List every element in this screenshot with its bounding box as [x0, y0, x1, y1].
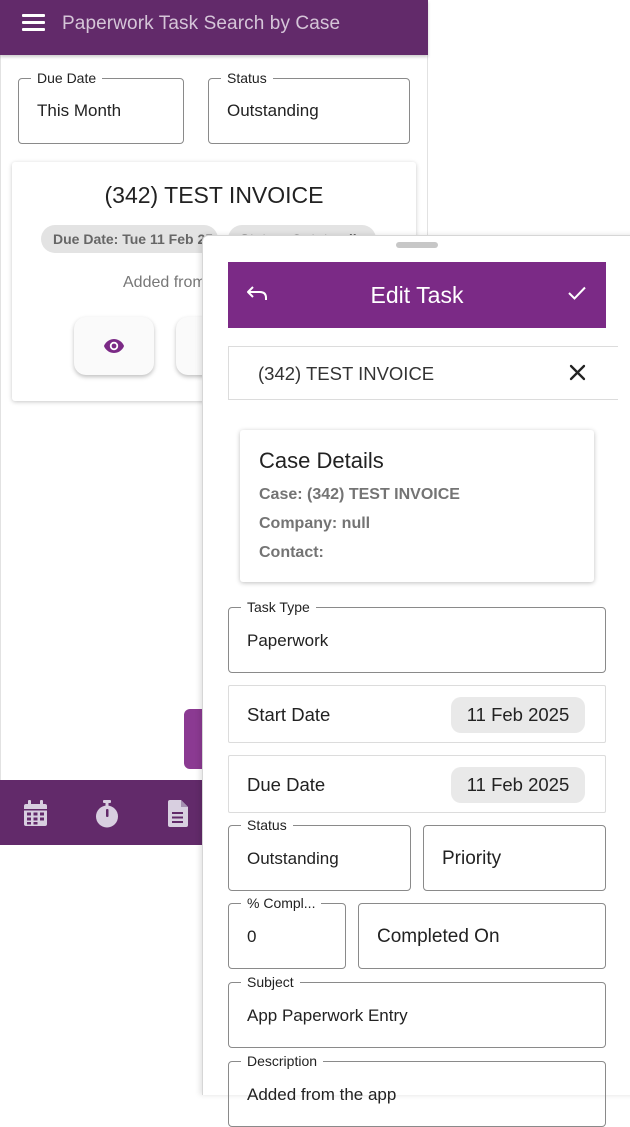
case-select[interactable]: (342) TEST INVOICE [228, 346, 618, 400]
subject-field[interactable]: Subject App Paperwork Entry [228, 973, 606, 1048]
stopwatch-icon[interactable] [95, 800, 119, 828]
status-filter[interactable]: Status Outstanding [208, 69, 410, 144]
status-filter-label: Status [221, 69, 273, 87]
subject-label: Subject [241, 973, 300, 991]
clear-case-icon[interactable] [569, 364, 586, 381]
due-date-label: Due Date [247, 774, 326, 795]
task-type-field[interactable]: Task Type Paperwork [228, 598, 606, 673]
save-check-icon[interactable] [568, 286, 586, 300]
edit-task-title: Edit Task [370, 282, 464, 308]
percent-complete-value: 0 [247, 927, 257, 946]
status-field[interactable]: Status Outstanding [228, 816, 411, 891]
due-date-filter[interactable]: Due Date This Month [18, 69, 184, 144]
case-details-card: Case Details Case: (342) TEST INVOICE Co… [240, 430, 594, 582]
percent-complete-field[interactable]: % Compl... 0 [228, 894, 346, 969]
edit-task-header: Edit Task [228, 262, 606, 328]
due-date-row: Due Date 11 Feb 2025 [228, 755, 606, 813]
due-date-chip: Due Date: Tue 11 Feb 25 [41, 225, 218, 253]
description-field[interactable]: Description Added from the app [228, 1052, 606, 1127]
start-date-label: Start Date [247, 704, 331, 725]
status-label: Status [241, 816, 293, 834]
page-title: Paperwork Task Search by Case [62, 13, 341, 34]
due-date-filter-label: Due Date [31, 69, 103, 87]
case-details-company: Company: null [259, 515, 371, 532]
percent-complete-label: % Compl... [241, 894, 322, 912]
menu-icon[interactable] [22, 14, 45, 32]
description-value: Added from the app [247, 1085, 397, 1104]
status-value: Outstanding [247, 849, 339, 868]
subject-value: App Paperwork Entry [247, 1006, 408, 1025]
case-details-case: Case: (342) TEST INVOICE [259, 486, 460, 503]
app-bar: Paperwork Task Search by Case [0, 0, 428, 55]
case-details-contact: Contact: [259, 544, 324, 561]
view-button[interactable] [74, 317, 154, 375]
due-date-picker[interactable]: 11 Feb 2025 [451, 767, 585, 803]
case-details-heading: Case Details [259, 448, 384, 473]
task-type-label: Task Type [241, 598, 316, 616]
priority-placeholder: Priority [442, 848, 502, 869]
eye-icon [104, 339, 124, 353]
completed-on-field[interactable]: Completed On [358, 903, 606, 969]
start-date-picker[interactable]: 11 Feb 2025 [451, 697, 585, 733]
case-select-value: (342) TEST INVOICE [258, 363, 435, 384]
description-label: Description [241, 1052, 324, 1070]
start-date-row: Start Date 11 Feb 2025 [228, 685, 606, 743]
document-icon[interactable] [167, 800, 188, 827]
drag-handle[interactable] [396, 242, 438, 248]
edit-task-sheet: Edit Task (342) TEST INVOICE Case Detail… [202, 235, 630, 1127]
due-date-filter-value: This Month [37, 101, 122, 120]
calendar-icon[interactable] [23, 800, 48, 827]
priority-field[interactable]: Priority [423, 825, 606, 891]
task-card-title: (342) TEST INVOICE [104, 182, 324, 208]
completed-on-placeholder: Completed On [377, 926, 500, 947]
task-type-value: Paperwork [247, 631, 329, 650]
status-filter-value: Outstanding [227, 101, 319, 120]
